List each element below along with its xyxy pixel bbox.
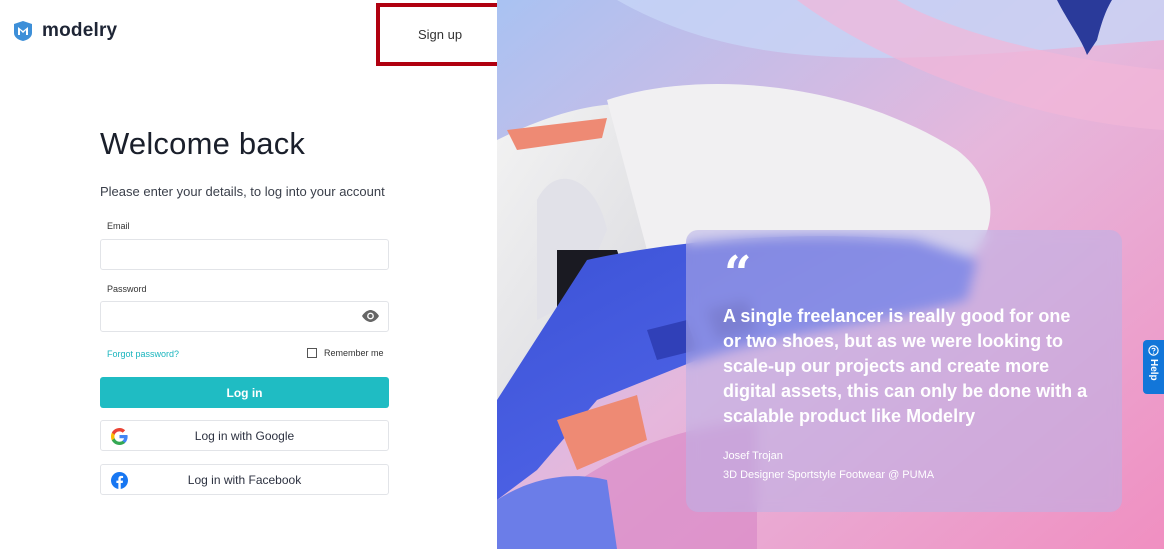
google-icon bbox=[111, 428, 128, 445]
page-title: Welcome back bbox=[100, 126, 306, 161]
shield-m-icon bbox=[14, 21, 32, 41]
forgot-password-link[interactable]: Forgot password? bbox=[107, 349, 179, 359]
google-login-button[interactable]: Log in with Google bbox=[100, 420, 389, 451]
page-subtitle: Please enter your details, to log into y… bbox=[100, 184, 385, 199]
login-button[interactable]: Log in bbox=[100, 377, 389, 408]
help-tab[interactable]: Help bbox=[1143, 340, 1164, 394]
google-login-label: Log in with Google bbox=[194, 428, 295, 443]
email-label: Email bbox=[107, 221, 130, 231]
password-field[interactable] bbox=[100, 301, 389, 332]
testimonial-role: 3D Designer Sportstyle Footwear @ PUMA bbox=[723, 469, 935, 481]
remember-me[interactable]: Remember me bbox=[307, 348, 384, 358]
quote-mark-icon: “ bbox=[724, 246, 752, 302]
remember-me-checkbox[interactable] bbox=[307, 348, 317, 358]
password-label: Password bbox=[107, 284, 147, 294]
facebook-icon bbox=[111, 472, 128, 489]
login-panel: modelry Sign up Welcome back Please ente… bbox=[0, 0, 504, 549]
signup-button[interactable]: Sign up bbox=[376, 3, 504, 66]
remember-me-label: Remember me bbox=[324, 348, 384, 358]
brand-name: modelry bbox=[42, 20, 118, 41]
facebook-login-button[interactable]: Log in with Facebook bbox=[100, 464, 389, 495]
help-icon bbox=[1148, 345, 1159, 356]
testimonial-text: A single freelancer is really good for o… bbox=[723, 306, 1088, 426]
facebook-login-label: Log in with Facebook bbox=[187, 472, 302, 487]
show-password-icon[interactable] bbox=[361, 309, 380, 323]
help-label: Help bbox=[1148, 359, 1159, 381]
email-field[interactable] bbox=[100, 239, 389, 270]
testimonial-author: Josef Trojan bbox=[723, 450, 783, 462]
brand-logo[interactable]: modelry bbox=[12, 20, 117, 42]
